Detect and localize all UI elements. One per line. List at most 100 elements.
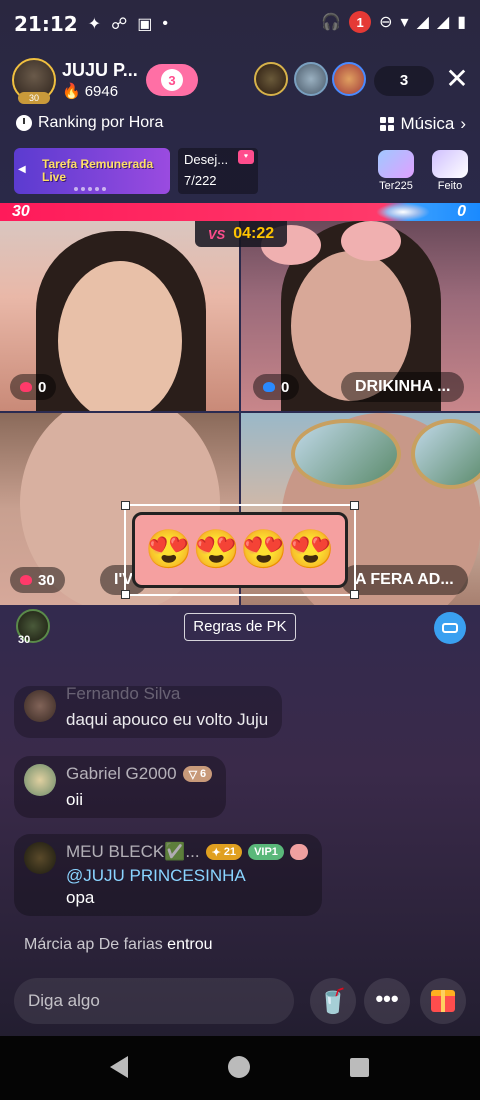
music-label: Música <box>400 114 455 133</box>
follow-button[interactable]: 3 <box>146 64 198 96</box>
task-banner-title: Tarefa Remunerada Live <box>42 157 154 184</box>
chat-username-row: MEU BLECK✅... ✦ 21 VIP1 <box>66 842 308 862</box>
status-icons: 🎧 1 ⊖ ▾ ◢ ◢ ▮ <box>321 11 466 33</box>
chat-message[interactable]: Fernando Silva daqui apouco eu volto Juj… <box>14 684 283 738</box>
pk-rules-button[interactable]: Regras de PK <box>184 613 296 641</box>
tile-score: 0 <box>10 374 57 400</box>
entry-action: entrou <box>167 936 213 953</box>
viewer-avatar[interactable] <box>254 62 288 96</box>
back-icon[interactable] <box>110 1056 128 1078</box>
vip-badge: VIP1 <box>248 844 284 860</box>
chat-text: oii <box>66 790 84 809</box>
chat-message[interactable]: MEU BLECK✅... ✦ 21 VIP1 @JUJU PRINCESINH… <box>14 834 322 916</box>
headphones-icon: 🎧 <box>321 14 342 31</box>
vs-icon: VS <box>207 226 226 242</box>
signal-2-icon: ◢ <box>436 14 450 31</box>
chat-avatar[interactable] <box>24 842 56 874</box>
wish-badge-icon: ♥ <box>238 150 254 164</box>
dot-icon: • <box>162 15 169 32</box>
chat-text: opa <box>66 888 95 907</box>
chat-username[interactable]: MEU BLECK✅... <box>66 842 200 862</box>
clock-icon <box>16 115 32 131</box>
more-icon[interactable]: ••• <box>364 978 410 1024</box>
resize-handle[interactable] <box>121 501 130 510</box>
gift-icon <box>431 990 455 1012</box>
bunny-gift-icon <box>432 150 468 178</box>
host-row: 30 JUJU P... 🔥 6946 3 3 ✕ <box>12 58 470 104</box>
heart-icon <box>20 575 32 585</box>
drink-gift-icon[interactable]: 🥤 <box>310 978 356 1024</box>
wifi-icon: ▾ <box>400 14 409 31</box>
gift-button[interactable] <box>420 978 466 1024</box>
chat-avatar[interactable] <box>24 690 56 722</box>
entry-username[interactable]: Márcia ap De farias <box>24 936 163 953</box>
chat-mention[interactable]: @JUJU PRINCESINHA <box>66 866 308 886</box>
reward-label: Ter225 <box>379 180 413 192</box>
sofa-icon[interactable] <box>434 612 466 644</box>
cat-ears-filter <box>341 221 401 261</box>
pk-timer: VS 04:22 <box>195 221 287 247</box>
resize-handle[interactable] <box>350 501 359 510</box>
pk-timer-value: 04:22 <box>233 225 275 242</box>
chat-username-row: Gabriel G2000 ▽ 6 <box>66 764 213 784</box>
recents-icon[interactable] <box>350 1058 369 1077</box>
host-score: 🔥 6946 <box>62 82 119 101</box>
sunglasses-lens <box>291 419 401 489</box>
video-tile-1[interactable]: 0 <box>0 221 239 411</box>
heart-icon <box>263 382 275 392</box>
flame-icon: 🔥 <box>62 83 81 100</box>
video-tile-2[interactable]: 0 DRIKINHA ... <box>241 221 480 411</box>
follow-count: 3 <box>161 69 183 91</box>
ranking-label: Ranking por Hora <box>38 114 164 131</box>
host-score-value: 6946 <box>84 82 119 100</box>
emoji-sticker[interactable]: 😍😍😍😍 <box>132 512 348 588</box>
close-icon[interactable]: ✕ <box>444 64 470 94</box>
status-time: 21:12 <box>14 12 78 36</box>
level-badge: ▽ 6 <box>182 766 213 782</box>
network-icon: ☍ <box>111 16 128 33</box>
ranking-button[interactable]: Ranking por Hora <box>16 114 163 132</box>
level-badge: ✦ 21 <box>205 844 243 860</box>
viewer-avatar-vip[interactable] <box>332 62 366 96</box>
resize-handle[interactable] <box>350 590 359 599</box>
reward-item-feito[interactable]: Feito <box>428 150 472 192</box>
entry-notice: Márcia ap De farias entrou <box>24 936 213 954</box>
tile-name: A FERA AD... <box>341 565 468 595</box>
dnd-icon: ⊖ <box>379 14 393 31</box>
banner-pager <box>74 187 106 191</box>
signal-icon: ◢ <box>416 14 429 31</box>
chat-avatar[interactable] <box>24 764 56 796</box>
tile-score: 30 <box>10 567 65 593</box>
notification-badge: 1 <box>349 11 372 33</box>
host-name[interactable]: JUJU P... <box>62 60 138 81</box>
resize-handle[interactable] <box>121 590 130 599</box>
status-bar: 21:12 ✦ ☍ ▣ • 🎧 1 ⊖ ▾ ◢ ◢ ▮ <box>0 0 480 48</box>
chevron-right-icon: › <box>460 114 466 133</box>
pk-right-score: 0 <box>457 203 466 220</box>
guest-level: 30 <box>18 634 31 646</box>
level-icon: ▽ <box>188 768 198 781</box>
music-button[interactable]: Música › <box>380 114 466 134</box>
gallery-icon: ▣ <box>137 16 153 33</box>
pk-flame-icon <box>376 203 430 221</box>
tile-name: DRIKINHA ... <box>341 372 465 402</box>
app-notification-icon: ✦ <box>87 16 102 33</box>
home-icon[interactable] <box>228 1056 250 1078</box>
reward-label: Feito <box>437 180 463 192</box>
battery-icon: ▮ <box>457 14 466 31</box>
chat-input[interactable]: Diga algo <box>14 978 294 1024</box>
host-level-badge: 30 <box>18 92 50 104</box>
viewer-count[interactable]: 3 <box>374 66 434 96</box>
cloud-gift-icon <box>378 150 414 178</box>
task-banner[interactable]: ◀ Tarefa Remunerada Live <box>14 148 170 194</box>
tile-score: 0 <box>253 374 300 400</box>
wish-widget[interactable]: Desej... 7/222 ♥ <box>178 148 258 194</box>
heart-icon <box>20 382 32 392</box>
chat-username[interactable]: Gabriel G2000 <box>66 764 177 784</box>
medal-icon <box>289 844 308 860</box>
reward-item-ter[interactable]: Ter225 <box>374 150 418 192</box>
chat-username[interactable]: Fernando Silva <box>66 684 268 704</box>
pk-left-score: 30 <box>12 203 30 220</box>
viewer-avatar[interactable] <box>294 62 328 96</box>
chat-message[interactable]: Gabriel G2000 ▽ 6 oii <box>14 756 227 818</box>
